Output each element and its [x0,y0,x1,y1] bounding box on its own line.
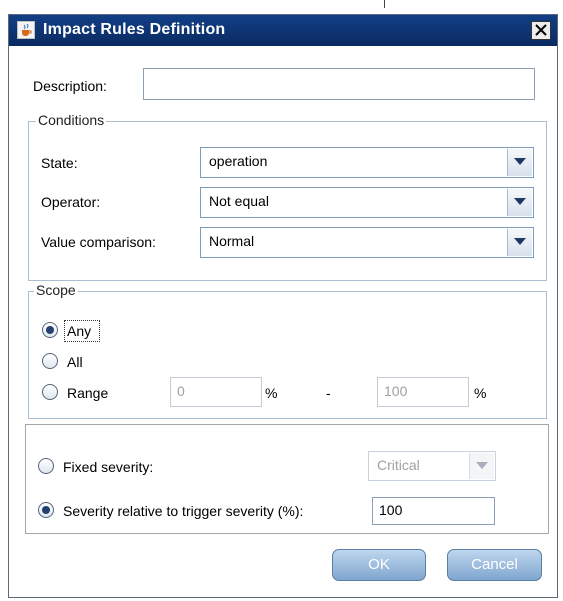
chevron-down-icon[interactable] [469,453,494,479]
title-bar[interactable]: Impact Rules Definition [9,15,557,46]
range-dash: - [326,385,331,401]
edge-mark [384,0,385,8]
chevron-down-icon[interactable] [507,149,532,176]
window-title: Impact Rules Definition [43,21,226,38]
range-from-percent: % [265,385,278,401]
chevron-down-icon[interactable] [507,189,532,216]
state-dropdown[interactable]: operation [200,147,534,178]
scope-range-radio[interactable] [42,384,58,400]
state-value: operation [209,153,268,169]
java-cup-icon [17,21,35,39]
fixed-severity-radio[interactable] [38,458,54,474]
value-comparison-dropdown[interactable]: Normal [200,227,534,258]
operator-dropdown[interactable]: Not equal [200,187,534,218]
scope-all-radio[interactable] [42,353,58,369]
description-input[interactable] [143,68,535,100]
operator-value: Not equal [209,193,269,209]
close-icon[interactable] [531,21,551,40]
scope-legend: Scope [34,282,78,298]
range-to-percent: % [474,385,487,401]
value-comparison-label: Value comparison: [41,234,156,250]
value-comparison-value: Normal [209,233,255,249]
range-from-input[interactable]: 0 [170,377,262,407]
impact-rules-dialog: Impact Rules Definition Description: Con… [8,14,558,598]
fixed-severity-label[interactable]: Fixed severity: [63,459,153,475]
fixed-severity-value: Critical [377,457,420,473]
description-label: Description: [33,78,107,94]
relative-severity-radio[interactable] [38,502,54,518]
scope-any-label[interactable]: Any [67,323,91,339]
conditions-legend: Conditions [36,112,107,128]
relative-severity-label[interactable]: Severity relative to trigger severity (%… [63,503,303,519]
scope-all-label[interactable]: All [67,354,83,370]
range-to-input[interactable]: 100 [377,377,469,407]
ok-button[interactable]: OK [332,549,426,581]
cancel-button[interactable]: Cancel [447,549,542,581]
operator-label: Operator: [41,194,101,210]
state-label: State: [41,155,78,171]
radio-selected-dot [46,326,54,334]
radio-selected-dot [42,506,50,514]
scope-range-label[interactable]: Range [67,385,108,401]
fixed-severity-dropdown[interactable]: Critical [368,451,496,481]
chevron-down-icon[interactable] [507,229,532,256]
scope-any-radio[interactable] [42,322,58,338]
relative-severity-input[interactable]: 100 [372,497,495,525]
